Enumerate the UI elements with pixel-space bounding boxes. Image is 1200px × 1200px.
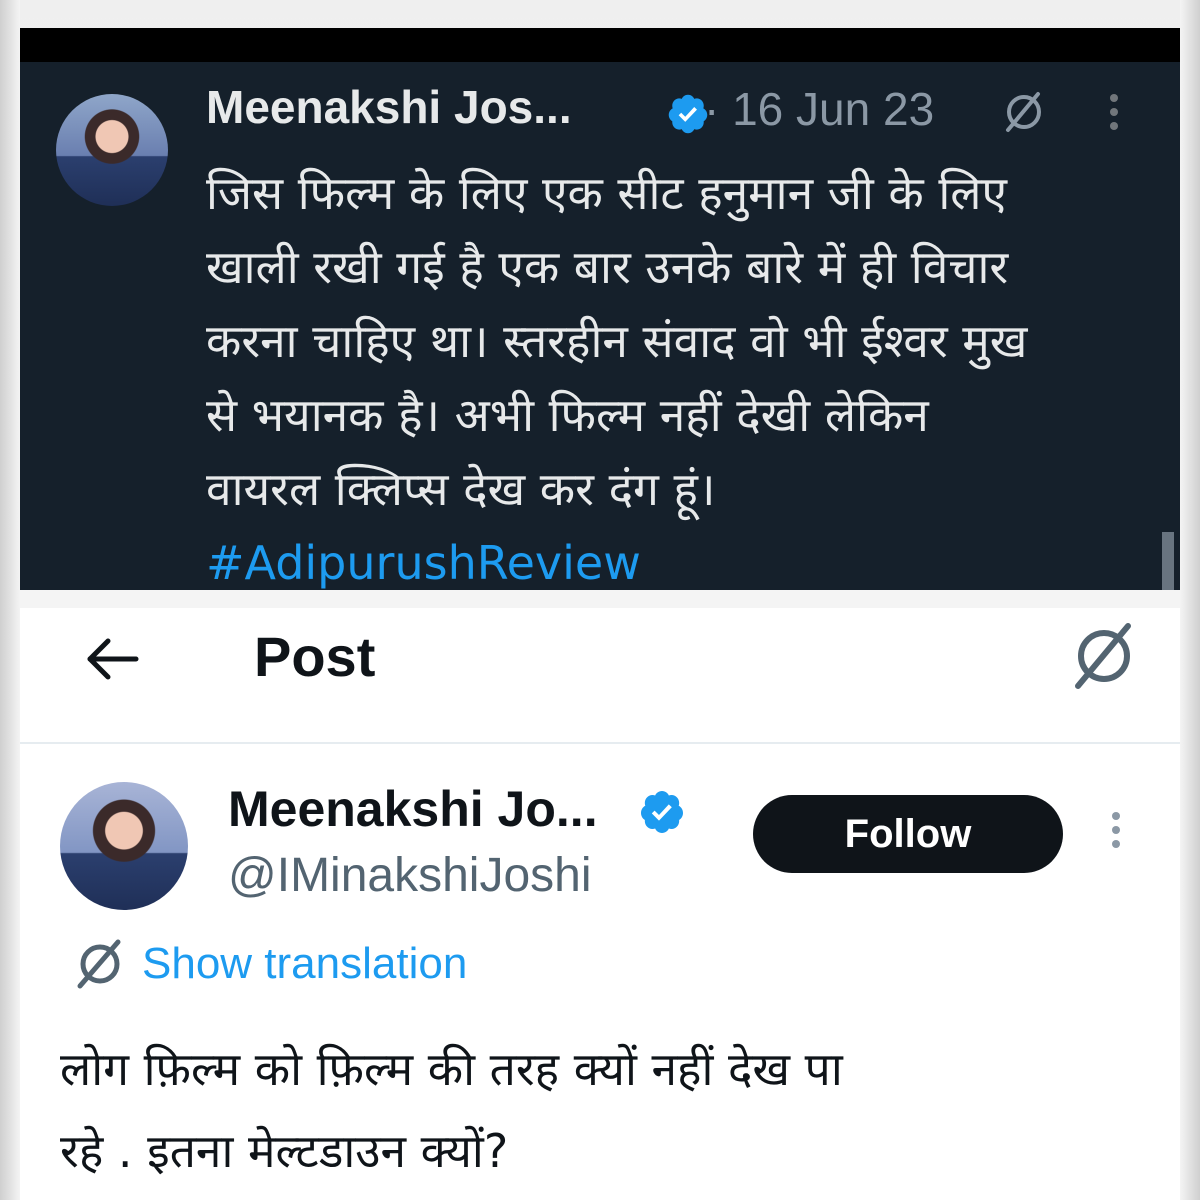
avatar[interactable]: [56, 94, 168, 206]
avatar[interactable]: [60, 782, 188, 910]
translation-label[interactable]: Show translation: [142, 939, 467, 989]
scrollbar[interactable]: [1162, 532, 1174, 590]
tweet-text: जिस फिल्म के लिए एक सीट हनुमान जी के लिए…: [206, 156, 1166, 590]
tweet-line: वायरल क्लिप्स देख कर दंग हूं।: [206, 462, 716, 516]
back-arrow-icon[interactable]: [82, 634, 142, 684]
more-vertical-icon[interactable]: [1106, 94, 1122, 138]
hashtag-link[interactable]: #AdipurushReview: [206, 526, 1166, 590]
page-title: Post: [254, 625, 376, 688]
tweet-line: करना चाहिए था। स्तरहीन संवाद वो भी ईश्वर…: [206, 314, 1028, 368]
tweet-line: खाली रखी गई है एक बार उनके बारे में ही व…: [206, 240, 1009, 294]
left-blur-band: [0, 0, 20, 1200]
verified-badge-icon: [640, 791, 683, 833]
dark-tweet-card[interactable]: Meenakshi Jos... · 16 Jun 23 जिस फिल्म क…: [20, 28, 1180, 590]
more-vertical-icon[interactable]: [1108, 812, 1124, 856]
grok-icon: [77, 939, 121, 989]
post-line: लोग फ़िल्म को फ़िल्म की तरह क्यों नहीं द…: [60, 1042, 843, 1096]
show-translation-link[interactable]: Show translation: [72, 934, 467, 994]
post-text: लोग फ़िल्म को फ़िल्म की तरह क्यों नहीं द…: [60, 1028, 1140, 1192]
grok-icon[interactable]: [1066, 618, 1142, 694]
post-line: रहे . इतना मेल्टडाउन क्यों?: [60, 1124, 509, 1178]
tweet-line: से भयानक है। अभी फिल्म नहीं देखी लेकिन: [206, 388, 929, 442]
post-view: Post Meenakshi Jo... @IMinakshiJoshi Fol…: [20, 608, 1180, 1200]
tweet-date[interactable]: · 16 Jun 23: [704, 82, 934, 136]
user-handle[interactable]: @IMinakshiJoshi: [228, 848, 592, 903]
follow-button[interactable]: Follow: [753, 795, 1063, 873]
author-name[interactable]: Meenakshi Jo...: [228, 780, 598, 838]
author-name[interactable]: Meenakshi Jos...: [206, 80, 572, 134]
top-strip: [20, 28, 1180, 62]
grok-icon[interactable]: [1000, 88, 1048, 136]
tweet-line: जिस फिल्म के लिए एक सीट हनुमान जी के लिए: [206, 166, 1007, 220]
right-blur-band: [1180, 0, 1200, 1200]
header-divider: [20, 742, 1180, 744]
